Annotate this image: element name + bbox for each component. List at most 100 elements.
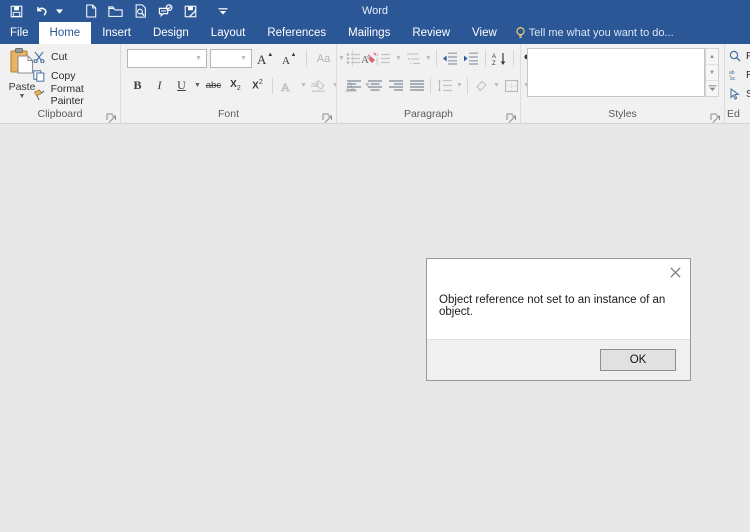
line-spacing-icon[interactable]: [434, 75, 455, 96]
paste-dropdown-caret-icon[interactable]: ▼: [19, 93, 26, 100]
spelling-grammar-icon[interactable]: [153, 1, 178, 22]
svg-text:ac: ac: [730, 76, 736, 81]
paragraph-dialog-launcher-icon[interactable]: [506, 111, 517, 123]
bold-icon[interactable]: B: [127, 75, 148, 96]
copy-label: Copy: [51, 69, 76, 82]
replace-button[interactable]: abac R: [728, 65, 750, 84]
quick-access-toolbar: [0, 0, 230, 22]
scroll-up-icon[interactable]: ▲: [706, 49, 718, 64]
font-name-caret-icon[interactable]: ▼: [194, 55, 203, 62]
italic-icon[interactable]: I: [149, 75, 170, 96]
tab-layout[interactable]: Layout: [200, 22, 257, 44]
styles-dialog-launcher-icon[interactable]: [710, 111, 721, 123]
svg-text:i: i: [410, 61, 411, 66]
change-case-icon[interactable]: Aa: [313, 48, 334, 69]
shrink-font-icon[interactable]: A: [279, 48, 300, 69]
tab-design[interactable]: Design: [142, 22, 200, 44]
shading-icon[interactable]: [471, 75, 492, 96]
ribbon-group-clipboard: Paste ▼ Cut Copy Format Painter Clipboar…: [0, 44, 120, 124]
line-spacing-caret-icon[interactable]: ▼: [455, 82, 464, 89]
print-preview-icon[interactable]: [128, 1, 153, 22]
svg-text:A: A: [282, 55, 290, 66]
font-dialog-launcher-icon[interactable]: [322, 111, 333, 123]
styles-scroll-buttons: ▲ ▼: [705, 48, 719, 97]
select-cursor-icon: [728, 87, 742, 100]
font-size-combobox[interactable]: ▼: [210, 49, 252, 68]
tab-home[interactable]: Home: [38, 22, 92, 44]
align-left-icon[interactable]: [343, 75, 364, 96]
dialog-title-bar: [427, 259, 690, 287]
group-label-styles: Styles: [608, 108, 637, 120]
underline-icon[interactable]: U: [171, 75, 192, 96]
new-document-icon[interactable]: [78, 1, 103, 22]
undo-icon[interactable]: [29, 1, 54, 22]
tab-review[interactable]: Review: [401, 22, 461, 44]
text-highlight-color-icon[interactable]: ab: [309, 75, 330, 96]
text-effects-caret-icon[interactable]: ▼: [299, 82, 308, 89]
select-label: S: [746, 88, 750, 100]
clipboard-commands: Cut Copy Format Painter: [30, 47, 118, 107]
group-label-font: Font: [217, 108, 239, 120]
styles-more-icon[interactable]: [706, 80, 718, 96]
align-right-icon[interactable]: [385, 75, 406, 96]
scroll-down-icon[interactable]: ▼: [706, 64, 718, 80]
word-application-window: Word File Home Insert Design Layout Refe…: [0, 0, 750, 532]
group-label-paragraph: Paragraph: [403, 108, 454, 120]
close-icon[interactable]: [664, 262, 686, 282]
editing-commands: F abac R S: [728, 46, 750, 103]
tab-view[interactable]: View: [461, 22, 508, 44]
cut-label: Cut: [51, 50, 68, 63]
grow-font-icon[interactable]: A: [255, 48, 276, 69]
justify-icon[interactable]: [406, 75, 427, 96]
tab-references[interactable]: References: [256, 22, 337, 44]
cut-button[interactable]: Cut: [30, 47, 118, 66]
replace-label: R: [746, 69, 750, 81]
strikethrough-icon[interactable]: abc: [203, 75, 224, 96]
subscript-icon[interactable]: X2: [225, 75, 246, 96]
multilevel-list-icon[interactable]: ai: [403, 48, 424, 69]
select-button[interactable]: S: [728, 84, 750, 103]
tell-me-label: Tell me what you want to do...: [528, 27, 674, 39]
underline-caret-icon[interactable]: ▼: [193, 82, 202, 89]
tab-insert[interactable]: Insert: [91, 22, 142, 44]
tell-me-search[interactable]: Tell me what you want to do...: [508, 22, 682, 44]
font-name-combobox[interactable]: ▼: [127, 49, 207, 68]
svg-text:A: A: [257, 52, 267, 66]
tab-file[interactable]: File: [0, 22, 39, 44]
align-center-icon[interactable]: [364, 75, 385, 96]
bullets-caret-icon[interactable]: ▼: [364, 55, 373, 62]
shading-caret-icon[interactable]: ▼: [492, 82, 501, 89]
format-painter-label: Format Painter: [50, 82, 84, 107]
numbering-caret-icon[interactable]: ▼: [394, 55, 403, 62]
increase-indent-icon[interactable]: [461, 48, 482, 69]
find-button[interactable]: F: [728, 46, 750, 65]
clipboard-dialog-launcher-icon[interactable]: [106, 111, 117, 123]
tab-mailings[interactable]: Mailings: [337, 22, 401, 44]
group-label-clipboard: Clipboard: [37, 108, 83, 120]
bullets-icon[interactable]: [343, 48, 364, 69]
replace-icon: ab ac: [728, 69, 742, 81]
text-effects-icon[interactable]: A: [277, 75, 298, 96]
dialog-body: Object reference not set to an instance …: [427, 287, 690, 339]
dialog-footer: OK: [427, 339, 690, 380]
decrease-indent-icon[interactable]: [440, 48, 461, 69]
styles-gallery[interactable]: [527, 48, 705, 97]
sort-icon[interactable]: AZ: [489, 48, 510, 69]
customize-quick-access-caret-icon[interactable]: [216, 1, 230, 22]
ok-button[interactable]: OK: [600, 349, 676, 371]
ribbon-group-paragraph: ▼ 123 ▼ ai ▼ A Z ▼ ▼ Paragraph: [336, 44, 530, 124]
error-dialog: Object reference not set to an instance …: [426, 258, 691, 381]
undo-dropdown-caret-icon[interactable]: [54, 1, 65, 22]
numbering-icon[interactable]: 123: [373, 48, 394, 69]
svg-text:3: 3: [376, 61, 379, 66]
open-folder-icon[interactable]: [103, 1, 128, 22]
svg-text:A: A: [281, 80, 290, 93]
borders-icon[interactable]: [501, 75, 522, 96]
format-painter-button[interactable]: Format Painter: [30, 82, 118, 107]
font-size-caret-icon[interactable]: ▼: [239, 55, 248, 62]
multilevel-list-caret-icon[interactable]: ▼: [424, 55, 433, 62]
superscript-icon[interactable]: X2: [247, 75, 268, 96]
save-icon[interactable]: [4, 1, 29, 22]
ribbon: Paste ▼ Cut Copy Format Painter Clipboar…: [0, 44, 750, 124]
save-as-icon[interactable]: [178, 1, 203, 22]
